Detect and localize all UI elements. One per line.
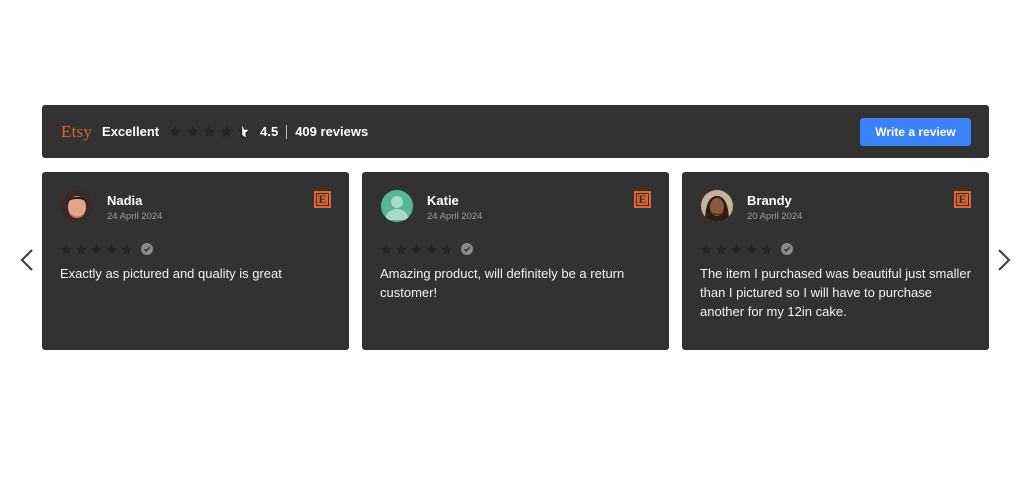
- star-icon: [91, 243, 102, 254]
- star-icon: [761, 243, 772, 254]
- divider: [286, 124, 288, 139]
- avatar: [61, 190, 93, 222]
- review-date: 24 April 2024: [427, 211, 483, 222]
- etsy-logo-icon: E: [314, 191, 331, 208]
- review-text: Amazing product, will definitely be a re…: [380, 266, 625, 300]
- review-stars: [60, 242, 331, 256]
- review-text: Exactly as pictured and quality is great: [60, 266, 282, 281]
- chevron-right-icon: [998, 249, 1011, 271]
- review-author: Katie: [427, 193, 459, 208]
- half-star-icon: [237, 125, 250, 138]
- star-icon: [106, 243, 117, 254]
- etsy-logo-icon: E: [634, 191, 651, 208]
- review-stars: [380, 242, 651, 256]
- review-text: The item I purchased was beautiful just …: [700, 266, 971, 319]
- review-author: Brandy: [747, 193, 792, 208]
- star-icon: [701, 243, 712, 254]
- chevron-left-icon: [20, 249, 33, 271]
- star-icon: [426, 243, 437, 254]
- star-icon: [746, 243, 757, 254]
- summary-stars: [168, 124, 251, 139]
- etsy-logo: Etsy: [61, 121, 93, 141]
- star-icon: [121, 243, 132, 254]
- rating-word: Excellent: [102, 124, 160, 139]
- write-review-button[interactable]: Write a review: [860, 117, 971, 146]
- star-icon: [381, 243, 392, 254]
- review-card: Brandy 20 April 2024 E The item I purcha…: [682, 172, 989, 350]
- avatar: [701, 190, 733, 222]
- review-stars: [700, 242, 971, 256]
- review-card: Katie 24 April 2024 E Amazing product, w…: [362, 172, 669, 350]
- star-icon: [441, 243, 452, 254]
- review-summary-bar: Etsy Excellent 4.5 409 reviews Write a r…: [42, 105, 989, 158]
- star-icon: [716, 243, 727, 254]
- verified-check-icon: [141, 243, 153, 255]
- star-icon: [76, 243, 87, 254]
- review-date: 24 April 2024: [107, 211, 163, 222]
- etsy-logo-icon: E: [954, 191, 971, 208]
- carousel-prev-button[interactable]: [20, 248, 34, 272]
- review-card: Nadia 24 April 2024 E Exactly as picture…: [42, 172, 349, 350]
- star-icon: [61, 243, 72, 254]
- carousel-next-button[interactable]: [997, 248, 1011, 272]
- star-icon: [186, 125, 199, 138]
- verified-check-icon: [461, 243, 473, 255]
- default-user-avatar: [381, 190, 413, 222]
- star-icon: [203, 125, 216, 138]
- star-icon: [411, 243, 422, 254]
- review-count: 409 reviews: [295, 124, 369, 139]
- review-author: Nadia: [107, 193, 143, 208]
- review-date: 20 April 2024: [747, 211, 803, 222]
- average-score: 4.5: [260, 124, 279, 139]
- star-icon: [731, 243, 742, 254]
- star-icon: [396, 243, 407, 254]
- verified-check-icon: [781, 243, 793, 255]
- star-icon: [220, 125, 233, 138]
- star-icon: [169, 125, 182, 138]
